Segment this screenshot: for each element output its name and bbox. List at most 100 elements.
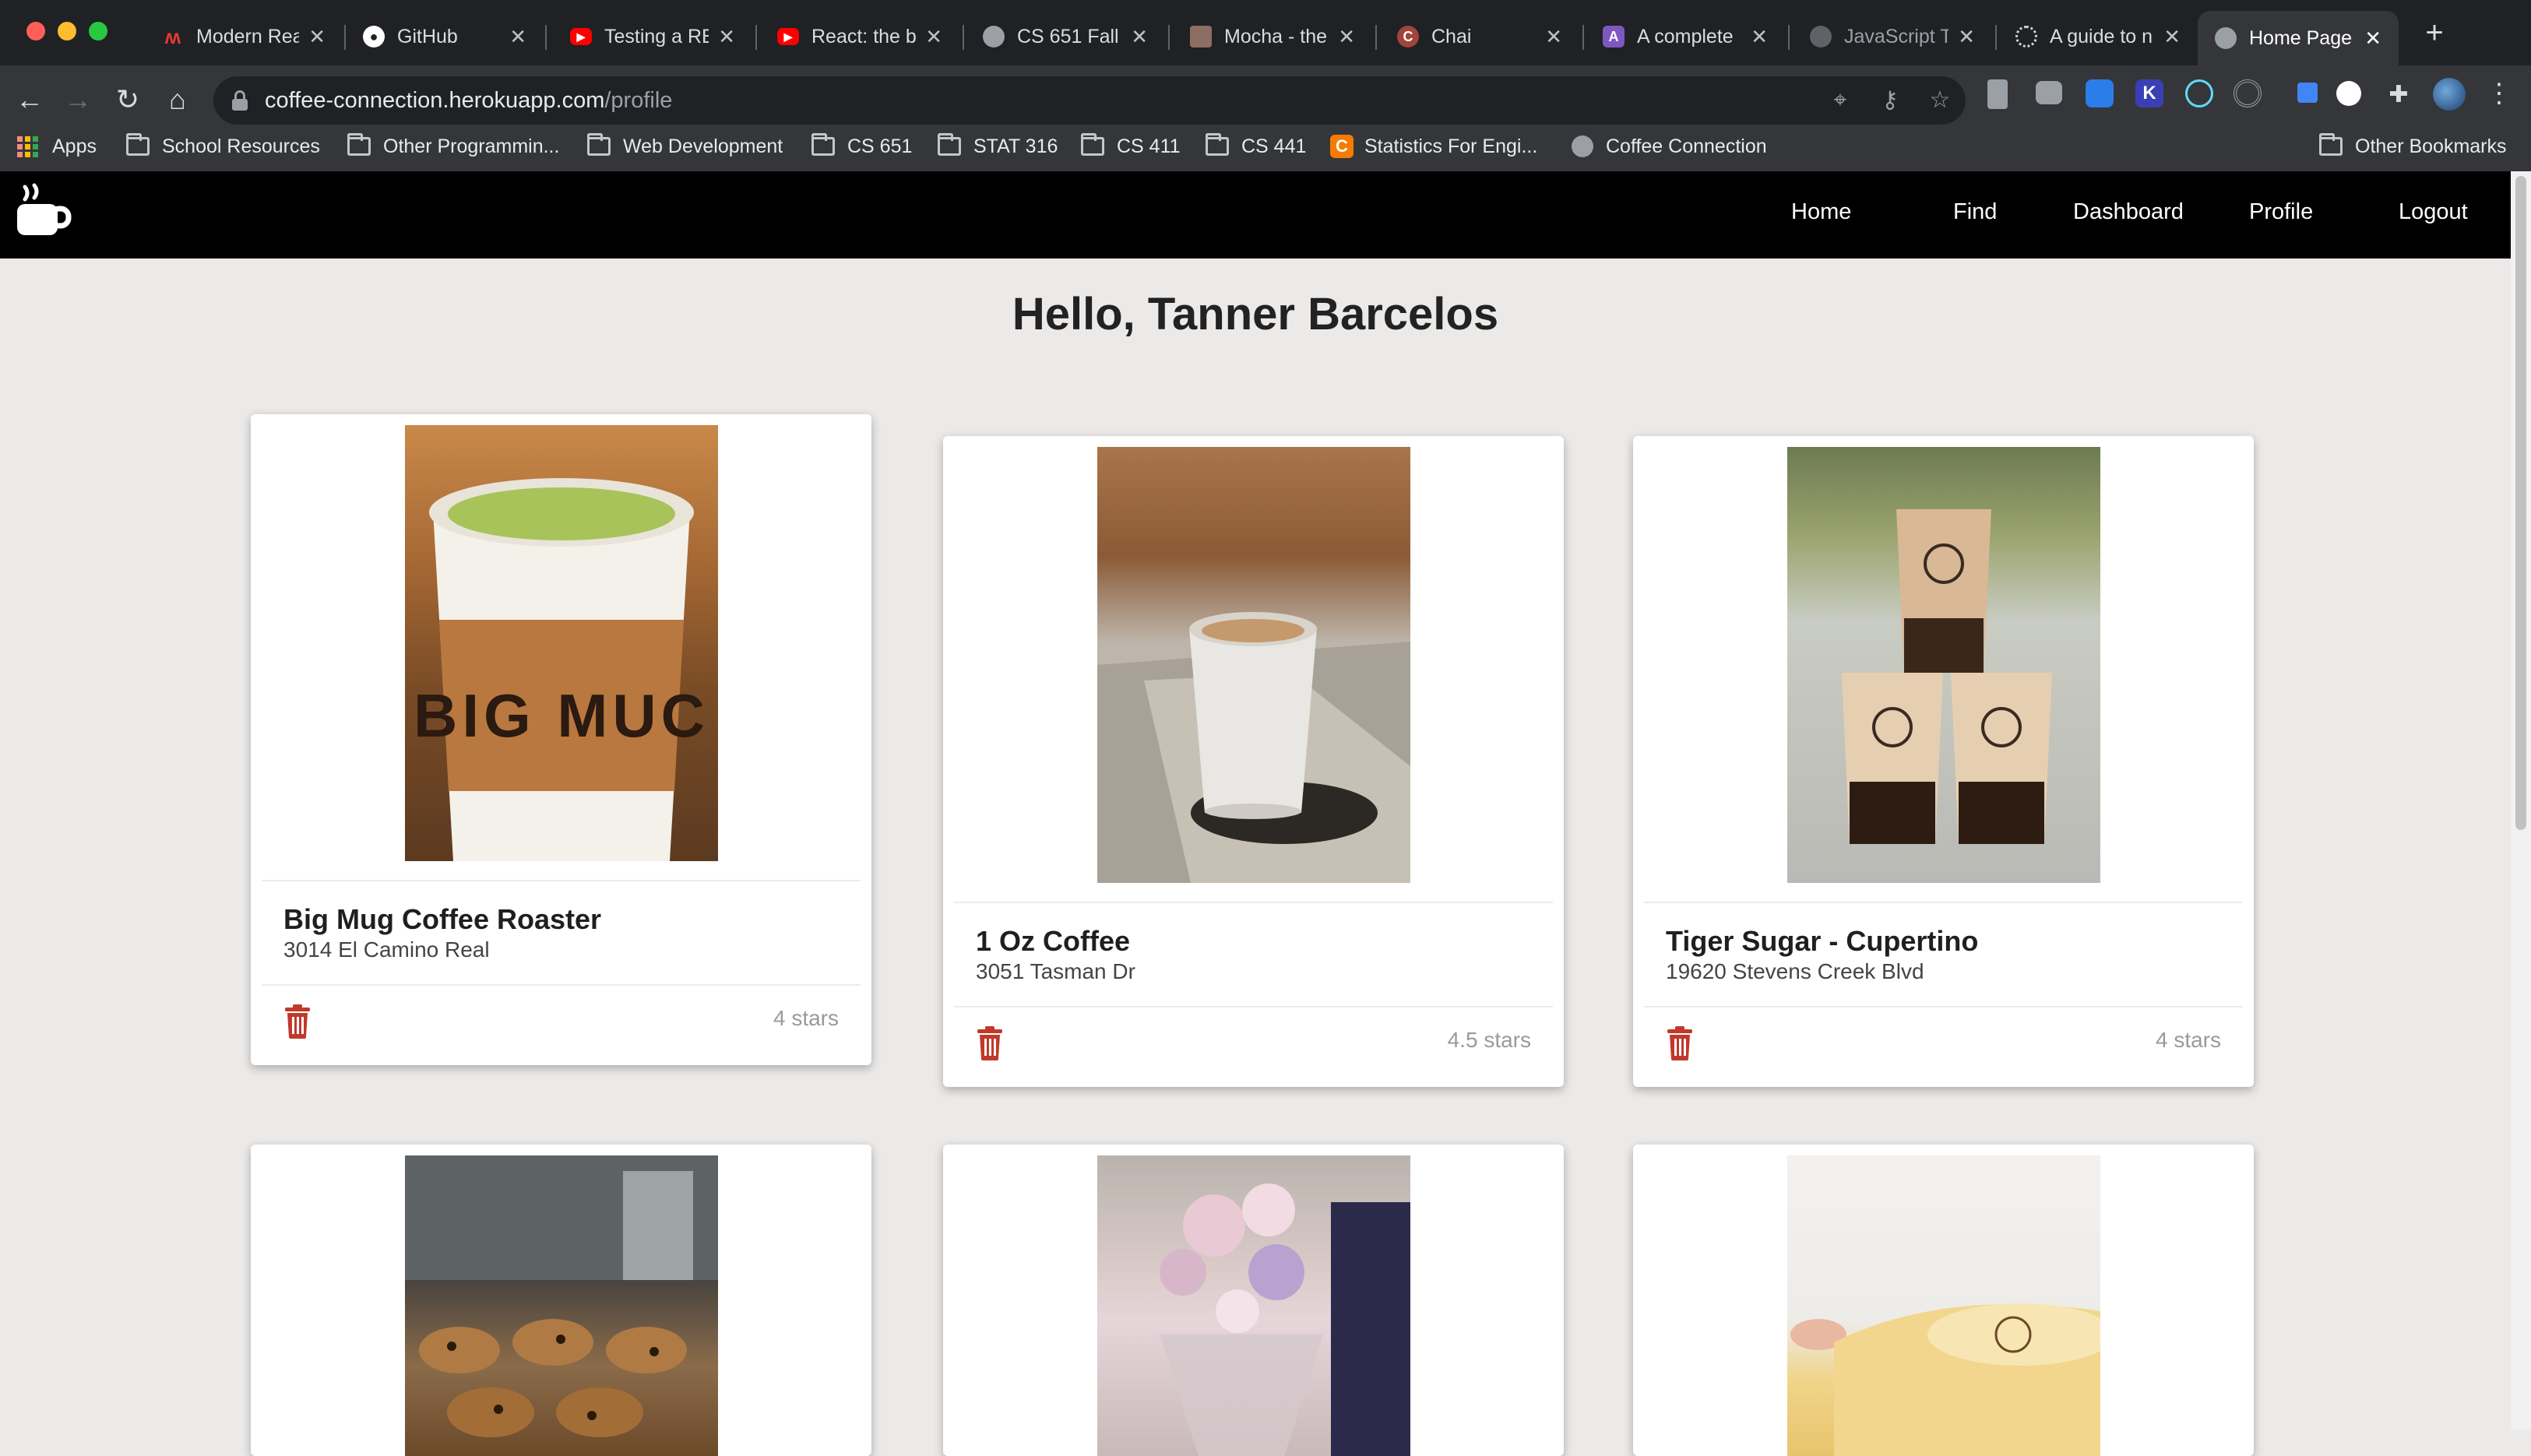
address-bar[interactable]: coffee-connection.herokuapp.com/profile …	[213, 76, 1966, 125]
shop-name[interactable]: Tiger Sugar - Cupertino	[1666, 925, 1978, 958]
coffee-cup-logo-icon[interactable]	[14, 182, 76, 244]
tab-title: Modern Rea	[196, 25, 300, 47]
key-icon[interactable]: ⚷	[1875, 86, 1905, 115]
svg-text:BIG MUC: BIG MUC	[414, 681, 709, 750]
browser-tab[interactable]: Mocha - the ✕	[1173, 12, 1372, 61]
close-tab-icon[interactable]: ✕	[1751, 25, 1768, 49]
coffee-shop-photo	[1097, 1155, 1410, 1456]
nav-home-link[interactable]: Home	[1791, 199, 1851, 225]
react-course-icon: ʍ	[164, 24, 181, 48]
tab-title: Mocha - the	[1224, 25, 1328, 47]
close-tab-icon[interactable]: ✕	[509, 25, 526, 49]
coffee-shop-photo	[1787, 447, 2100, 883]
shop-address: 19620 Stevens Creek Blvd	[1666, 959, 1924, 983]
page-scrollbar-thumb[interactable]	[2515, 176, 2526, 830]
pen-extension-icon[interactable]	[2297, 83, 2318, 103]
forward-button[interactable]: →	[59, 81, 97, 118]
location-pin-icon[interactable]: ⌖	[1825, 86, 1855, 115]
coffee-shop-photo	[1787, 1155, 2100, 1456]
bookmark-folder[interactable]: CS 441	[1206, 129, 1306, 164]
folder-icon	[587, 133, 611, 156]
latte-cup-illustration	[1097, 612, 1410, 883]
browser-tab[interactable]: CS 651 Fall ✕	[966, 12, 1165, 61]
bookmark-apps[interactable]: Apps	[17, 129, 97, 164]
extension-icon[interactable]	[1987, 79, 2008, 109]
browser-tab[interactable]: ʍ Modern Rea ✕	[145, 12, 343, 61]
bookmark-label: Statistics For Engi...	[1364, 135, 1538, 157]
shop-rating: 4 stars	[773, 1006, 839, 1030]
profile-avatar-icon[interactable]	[2433, 78, 2466, 111]
bookmark-site[interactable]: Coffee Connection	[1572, 129, 1767, 164]
bookmark-folder[interactable]: Web Development	[587, 129, 783, 164]
k-extension-icon[interactable]: K	[2135, 79, 2163, 107]
url-host: coffee-connection.herokuapp.com	[265, 88, 605, 113]
trash-icon[interactable]	[283, 1004, 312, 1039]
bookmark-folder[interactable]: STAT 316	[938, 129, 1058, 164]
nav-dashboard-link[interactable]: Dashboard	[2073, 199, 2184, 225]
close-tab-icon[interactable]: ✕	[2163, 25, 2181, 49]
globe-icon	[2215, 27, 2237, 49]
camera-extension-icon[interactable]	[2036, 81, 2062, 104]
close-tab-icon[interactable]: ✕	[925, 25, 942, 49]
purple-app-icon: A	[1603, 26, 1625, 47]
bookmark-label: Apps	[52, 135, 97, 157]
close-tab-icon[interactable]: ✕	[718, 25, 735, 49]
cloud-extension-icon[interactable]	[2086, 79, 2114, 107]
bookmark-star-icon[interactable]: ☆	[1925, 86, 1955, 115]
home-button[interactable]: ⌂	[159, 81, 196, 118]
url-text[interactable]: coffee-connection.herokuapp.com/profile	[265, 76, 672, 125]
other-bookmarks[interactable]: Other Bookmarks	[2319, 129, 2507, 164]
mocha-icon	[1190, 26, 1212, 47]
bookmark-folder[interactable]: CS 651	[811, 129, 912, 164]
target-extension-icon[interactable]	[2234, 79, 2262, 107]
browser-tab-active[interactable]: Home Page ✕	[2198, 11, 2399, 65]
close-window-button[interactable]	[26, 22, 45, 40]
bookmark-label: Other Bookmarks	[2355, 135, 2507, 157]
bookmark-folder[interactable]: CS 411	[1081, 129, 1181, 164]
menu-kebab-icon[interactable]: ⋮	[2486, 78, 2512, 108]
react-devtools-icon[interactable]	[2185, 79, 2213, 107]
youtube-icon: ▶	[570, 28, 592, 45]
shop-name[interactable]: Big Mug Coffee Roaster	[283, 903, 601, 936]
browser-tab[interactable]: JavaScript T ✕	[1793, 12, 1992, 61]
back-button[interactable]: ←	[11, 81, 48, 118]
close-tab-icon[interactable]: ✕	[308, 25, 326, 49]
puzzle-extensions-icon[interactable]: ✚	[2385, 81, 2413, 109]
browser-tab[interactable]: C Chai ✕	[1380, 12, 1579, 61]
bookmark-folder[interactable]: Other Programmin...	[347, 129, 559, 164]
maximize-window-button[interactable]	[89, 22, 107, 40]
nav-logout-link[interactable]: Logout	[2399, 199, 2468, 225]
coffee-shop-card	[943, 1145, 1564, 1456]
page-greeting: Hello, Tanner Barcelos	[1012, 289, 1499, 339]
tab-title: A guide to n	[2050, 25, 2153, 47]
browser-tab[interactable]: A guide to n ✕	[1998, 12, 2198, 61]
minimize-window-button[interactable]	[58, 22, 76, 40]
close-tab-icon[interactable]: ✕	[1338, 25, 1355, 49]
tab-title: React: the b	[811, 25, 917, 47]
matcha-cup-illustration: BIG MUC	[414, 478, 709, 861]
close-tab-icon[interactable]: ✕	[2364, 26, 2381, 51]
browser-tab[interactable]: A A complete ✕	[1586, 12, 1785, 61]
nav-profile-link[interactable]: Profile	[2249, 199, 2313, 225]
close-tab-icon[interactable]: ✕	[1958, 25, 1975, 49]
close-tab-icon[interactable]: ✕	[1131, 25, 1148, 49]
coffee-shop-photo: BIG MUC	[405, 425, 718, 861]
trash-icon[interactable]	[976, 1026, 1004, 1060]
close-tab-icon[interactable]: ✕	[1545, 25, 1562, 49]
tab-title: CS 651 Fall	[1017, 25, 1119, 47]
bookmark-site[interactable]: C Statistics For Engi...	[1330, 129, 1537, 164]
browser-tab[interactable]: ▶ React: the b ✕	[760, 12, 959, 61]
lock-icon	[232, 90, 248, 111]
trash-icon[interactable]	[1666, 1026, 1694, 1060]
coffee-shop-card	[1633, 1145, 2254, 1456]
circle-extension-icon[interactable]	[2336, 81, 2361, 106]
reload-button[interactable]: ↻	[109, 81, 146, 118]
nav-find-link[interactable]: Find	[1953, 199, 1997, 225]
tab-title: Chai	[1431, 25, 1472, 47]
new-tab-button[interactable]: +	[2417, 16, 2452, 50]
bookmark-label: School Resources	[162, 135, 320, 157]
browser-tab[interactable]: ▶ Testing a RE ✕	[553, 12, 752, 61]
bookmark-folder[interactable]: School Resources	[126, 129, 320, 164]
shop-name[interactable]: 1 Oz Coffee	[976, 925, 1130, 958]
browser-tab[interactable]: ● GitHub ✕	[346, 12, 544, 61]
